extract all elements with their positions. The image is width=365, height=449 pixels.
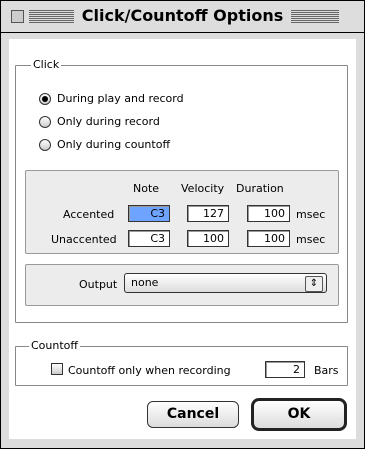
radio-label: During play and record (57, 92, 184, 105)
window-title: Click/Countoff Options (1, 6, 364, 25)
countoff-group-label: Countoff (29, 339, 80, 352)
up-down-arrows-icon: ⇕ (305, 276, 323, 292)
output-value: none (131, 276, 159, 289)
header-velocity: Velocity (181, 182, 225, 195)
row-label-unaccented: Unaccented (51, 233, 117, 246)
radio-unselected-icon (39, 138, 51, 151)
output-popup-menu[interactable]: none ⇕ (124, 273, 327, 293)
dialog-content: Click During play and record Only during… (9, 39, 356, 439)
radio-unselected-icon (39, 115, 51, 128)
accented-duration-unit: msec (296, 208, 326, 221)
output-label: Output (79, 278, 118, 291)
title-bar[interactable]: Click/Countoff Options (1, 1, 364, 33)
radio-label: Only during record (57, 115, 160, 128)
radio-label: Only during countoff (57, 138, 171, 151)
bars-field[interactable]: 2 (265, 361, 305, 378)
bars-label: Bars (314, 364, 339, 377)
header-note: Note (133, 182, 160, 195)
accented-note-field[interactable]: C3 (128, 205, 170, 222)
dialog-window: Click/Countoff Options Click During play… (0, 0, 365, 449)
ok-button[interactable]: OK (251, 398, 347, 431)
accented-duration-field[interactable]: 100 (247, 205, 290, 222)
radio-during-play-and-record[interactable]: During play and record (39, 92, 184, 105)
unaccented-duration-unit: msec (296, 233, 326, 246)
unaccented-note-field[interactable]: C3 (128, 230, 170, 247)
radio-selected-icon (39, 92, 51, 105)
cancel-button[interactable]: Cancel (147, 401, 239, 428)
unaccented-velocity-field[interactable]: 100 (187, 230, 229, 247)
click-group-label: Click (31, 58, 62, 71)
accented-velocity-field[interactable]: 127 (187, 205, 229, 222)
radio-only-during-countoff[interactable]: Only during countoff (39, 138, 170, 151)
unaccented-duration-field[interactable]: 100 (247, 230, 290, 247)
radio-only-during-record[interactable]: Only during record (39, 115, 160, 128)
header-duration: Duration (236, 182, 284, 195)
countoff-checkbox-label: Countoff only when recording (68, 364, 231, 377)
countoff-only-when-recording-checkbox[interactable] (51, 363, 63, 375)
row-label-accented: Accented (63, 208, 115, 221)
